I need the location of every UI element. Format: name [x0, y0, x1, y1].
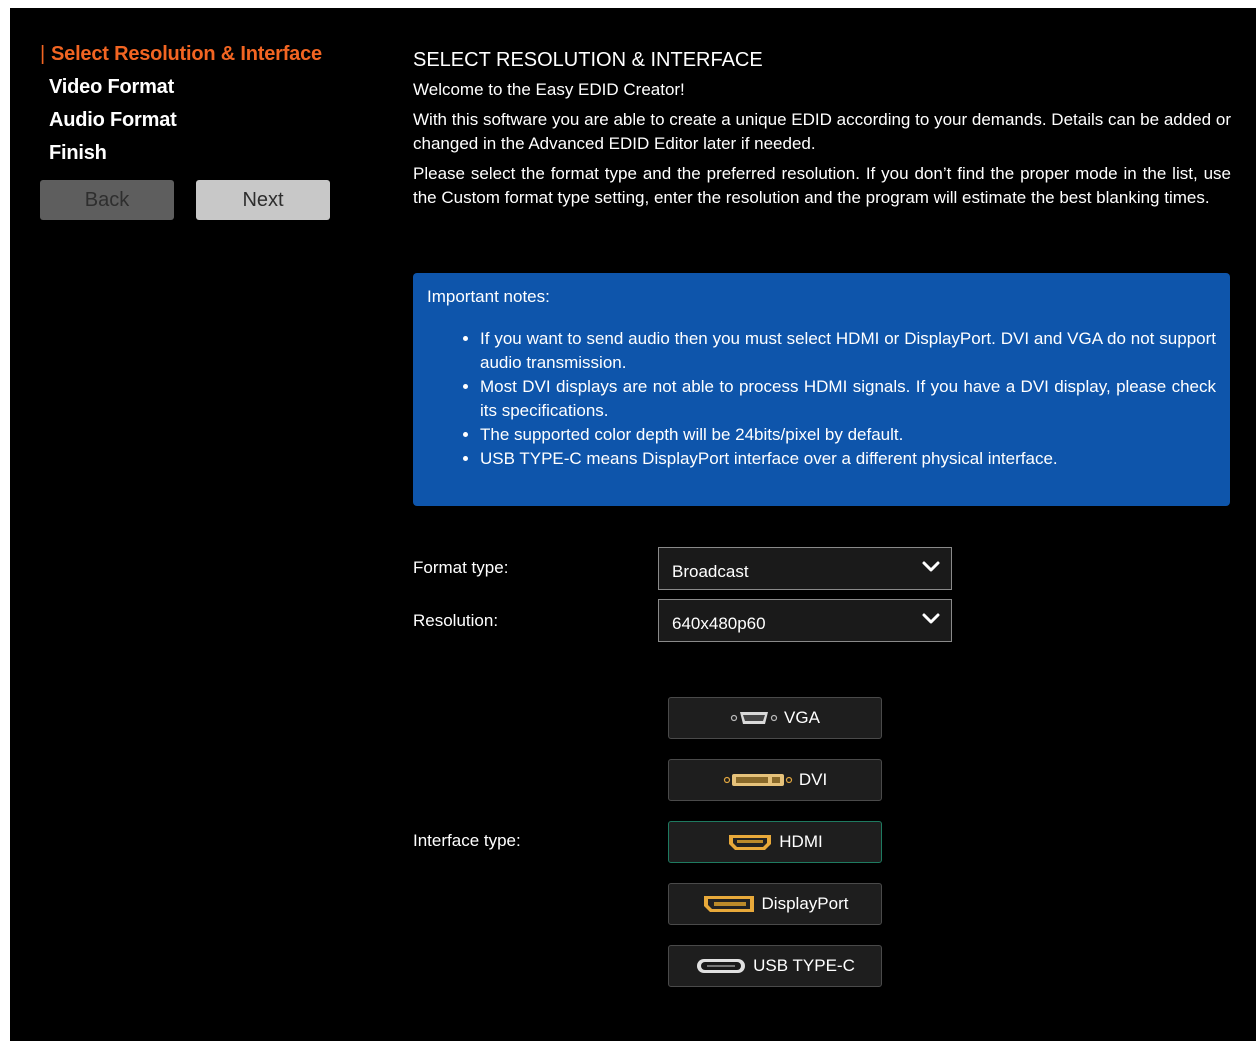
interface-displayport-label: DisplayPort [761, 894, 849, 913]
displayport-connector-icon [703, 896, 754, 912]
back-button[interactable]: Back [40, 180, 174, 220]
format-type-value: Broadcast [672, 562, 749, 581]
page-title: SELECT RESOLUTION & INTERFACE [413, 49, 763, 71]
interface-vga-button[interactable]: VGA [668, 697, 882, 739]
interface-displayport-button[interactable]: DisplayPort [668, 883, 882, 925]
format-type-select[interactable]: Broadcast [658, 547, 952, 590]
important-notes-box: Important notes: If you want to send aud… [413, 273, 1230, 506]
vga-connector-icon [730, 712, 778, 724]
intro-text: With this software you are able to creat… [413, 110, 1231, 153]
main-content: SELECT RESOLUTION & INTERFACE Welcome to… [413, 46, 1231, 216]
next-button[interactable]: Next [196, 180, 330, 220]
edid-creator-window: | Select Resolution & Interface Video For… [10, 8, 1256, 1041]
interface-usb-type-c-label: USB TYPE-C [753, 956, 855, 975]
welcome-text: Welcome to the Easy EDID Creator! [413, 80, 685, 99]
note-item: USB TYPE-C means DisplayPort interface o… [480, 447, 1216, 471]
step-audio-format[interactable]: Audio Format [40, 104, 360, 137]
notes-list: If you want to send audio then you must … [427, 327, 1216, 471]
usb-c-connector-icon [697, 959, 746, 973]
notes-title: Important notes: [427, 287, 550, 306]
step-finish[interactable]: Finish [40, 137, 360, 170]
chevron-down-icon [922, 561, 940, 572]
format-type-label: Format type: [413, 558, 509, 577]
resolution-label: Resolution: [413, 611, 499, 630]
resolution-value: 640x480p60 [672, 614, 766, 633]
note-item: Most DVI displays are not able to proces… [480, 375, 1216, 423]
wizard-steps: | Select Resolution & Interface Video For… [40, 38, 360, 170]
dvi-connector-icon [723, 774, 792, 786]
interface-usb-type-c-button[interactable]: USB TYPE-C [668, 945, 882, 987]
interface-vga-label: VGA [784, 708, 820, 727]
interface-hdmi-button[interactable]: HDMI [668, 821, 882, 863]
interface-dvi-button[interactable]: DVI [668, 759, 882, 801]
interface-dvi-label: DVI [798, 770, 828, 789]
resolution-select[interactable]: 640x480p60 [658, 599, 952, 642]
note-item: If you want to send audio then you must … [480, 327, 1216, 375]
active-step-marker: | [40, 43, 45, 65]
hdmi-connector-icon [729, 835, 772, 850]
step-select-resolution-interface[interactable]: | Select Resolution & Interface [40, 38, 360, 71]
note-item: The supported color depth will be 24bits… [480, 423, 1216, 447]
interface-type-label: Interface type: [413, 831, 521, 850]
step-video-format[interactable]: Video Format [40, 71, 360, 104]
interface-hdmi-label: HDMI [779, 832, 823, 851]
instructions-text: Please select the format type and the pr… [413, 164, 1231, 207]
chevron-down-icon [922, 613, 940, 624]
